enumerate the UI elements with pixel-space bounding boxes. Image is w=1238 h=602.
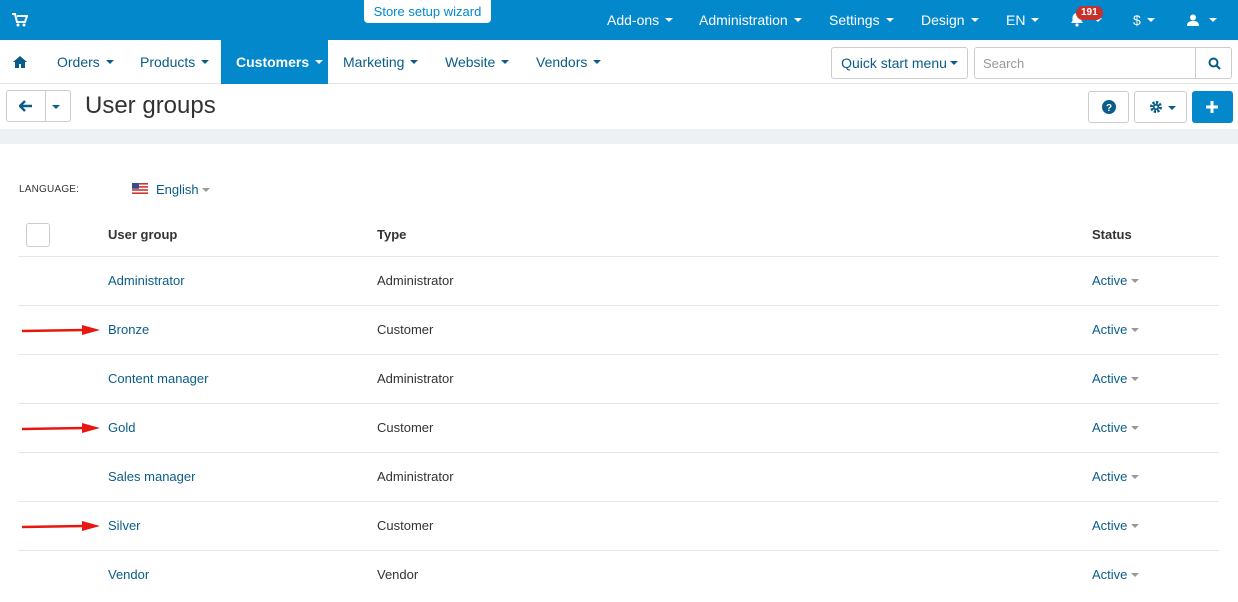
chevron-down-icon <box>501 60 510 65</box>
chevron-down-icon <box>105 60 114 65</box>
status-dropdown[interactable]: Active <box>1092 273 1140 288</box>
home-button[interactable] <box>0 40 40 84</box>
user-icon <box>1187 14 1199 26</box>
chevron-down-icon <box>1131 327 1140 332</box>
help-button[interactable]: ? <box>1088 91 1129 123</box>
search-input[interactable] <box>974 47 1196 79</box>
chevron-down-icon <box>410 60 419 65</box>
red-arrow-annotation <box>22 521 100 531</box>
nav-vendors[interactable]: Vendors <box>536 40 602 84</box>
chevron-down-icon <box>1131 572 1140 577</box>
add-user-group-button[interactable] <box>1192 91 1233 123</box>
back-history-dropdown[interactable] <box>45 90 71 122</box>
column-header-status[interactable]: Status <box>1092 227 1132 242</box>
user-group-type: Customer <box>377 322 434 337</box>
chevron-down-icon <box>1168 106 1176 110</box>
chevron-down-icon <box>1131 474 1140 479</box>
nav-products[interactable]: Products <box>140 40 210 84</box>
question-icon: ? <box>1102 100 1116 114</box>
status-dropdown[interactable]: Active <box>1092 518 1140 533</box>
chevron-down-icon <box>970 18 979 23</box>
chevron-down-icon <box>665 18 674 23</box>
table-row: Vendor Vendor Active <box>18 550 1219 599</box>
user-group-link[interactable]: Content manager <box>108 371 208 386</box>
plus-icon <box>1206 101 1218 113</box>
user-group-link[interactable]: Administrator <box>108 273 185 288</box>
chevron-down-icon <box>1146 18 1155 23</box>
user-group-link[interactable]: Vendor <box>108 567 149 582</box>
status-dropdown[interactable]: Active <box>1092 420 1140 435</box>
us-flag-icon <box>132 183 148 194</box>
user-group-type: Administrator <box>377 469 454 484</box>
chevron-down-icon <box>885 18 894 23</box>
nav-website[interactable]: Website <box>445 40 510 84</box>
gear-icon <box>1150 101 1162 113</box>
top-bar: Store setup wizard Add-ons Administratio… <box>0 0 1238 40</box>
chevron-down-icon <box>201 60 210 65</box>
notification-badge: 191 <box>1076 6 1103 20</box>
chevron-down-icon <box>52 105 60 109</box>
status-dropdown[interactable]: Active <box>1092 322 1140 337</box>
user-group-type: Vendor <box>377 567 419 582</box>
arrow-left-icon <box>19 100 32 112</box>
nav-marketing[interactable]: Marketing <box>343 40 419 84</box>
administration-menu[interactable]: Administration <box>699 0 802 40</box>
user-group-type: Administrator <box>377 273 454 288</box>
table-row: Silver Customer Active <box>18 501 1219 550</box>
quick-start-menu-button[interactable]: Quick start menu <box>831 47 968 79</box>
red-arrow-annotation <box>22 423 100 433</box>
table-row: Sales manager Administrator Active <box>18 452 1219 501</box>
chevron-down-icon <box>793 18 802 23</box>
addons-menu[interactable]: Add-ons <box>607 0 674 40</box>
language-label: LANGUAGE: <box>19 184 80 195</box>
chevron-down-icon <box>1131 523 1140 528</box>
user-group-type: Customer <box>377 420 434 435</box>
search-icon <box>1208 57 1221 70</box>
svg-text:?: ? <box>1106 103 1112 114</box>
language-selector[interactable]: English <box>156 182 210 197</box>
chevron-down-icon <box>201 187 210 192</box>
settings-dropdown-button[interactable] <box>1134 91 1187 123</box>
status-dropdown[interactable]: Active <box>1092 469 1140 484</box>
language-menu[interactable]: EN <box>1006 0 1040 40</box>
user-group-type: Administrator <box>377 371 454 386</box>
user-group-link[interactable]: Sales manager <box>108 469 195 484</box>
table-row: Bronze Customer Active <box>18 305 1219 354</box>
red-arrow-annotation <box>22 325 100 335</box>
chevron-down-icon <box>1208 18 1217 23</box>
user-menu[interactable] <box>1187 0 1217 40</box>
nav-customers[interactable]: Customers <box>221 40 328 84</box>
user-group-link[interactable]: Bronze <box>108 322 149 337</box>
design-menu[interactable]: Design <box>921 0 979 40</box>
chevron-down-icon <box>593 60 602 65</box>
chevron-down-icon <box>949 61 958 66</box>
table-row: Gold Customer Active <box>18 403 1219 452</box>
home-icon <box>13 55 27 68</box>
chevron-down-icon <box>315 60 324 65</box>
select-all-checkbox[interactable] <box>26 223 50 247</box>
page-title: User groups <box>85 92 216 119</box>
status-dropdown[interactable]: Active <box>1092 371 1140 386</box>
user-group-link[interactable]: Silver <box>108 518 141 533</box>
chevron-down-icon <box>1131 425 1140 430</box>
table-row: Administrator Administrator Active <box>18 256 1219 305</box>
user-group-link[interactable]: Gold <box>108 420 135 435</box>
column-header-user-group[interactable]: User group <box>108 227 177 242</box>
chevron-down-icon <box>1131 278 1140 283</box>
back-button[interactable] <box>6 90 46 122</box>
chevron-down-icon <box>1031 18 1040 23</box>
user-group-type: Customer <box>377 518 434 533</box>
settings-menu[interactable]: Settings <box>829 0 894 40</box>
chevron-down-icon <box>1131 376 1140 381</box>
search-button[interactable] <box>1195 47 1232 79</box>
status-dropdown[interactable]: Active <box>1092 567 1140 582</box>
header-divider <box>0 129 1238 144</box>
table-row: Content manager Administrator Active <box>18 354 1219 403</box>
column-header-type[interactable]: Type <box>377 227 406 242</box>
nav-orders[interactable]: Orders <box>57 40 114 84</box>
currency-menu[interactable]: $ <box>1133 0 1155 40</box>
